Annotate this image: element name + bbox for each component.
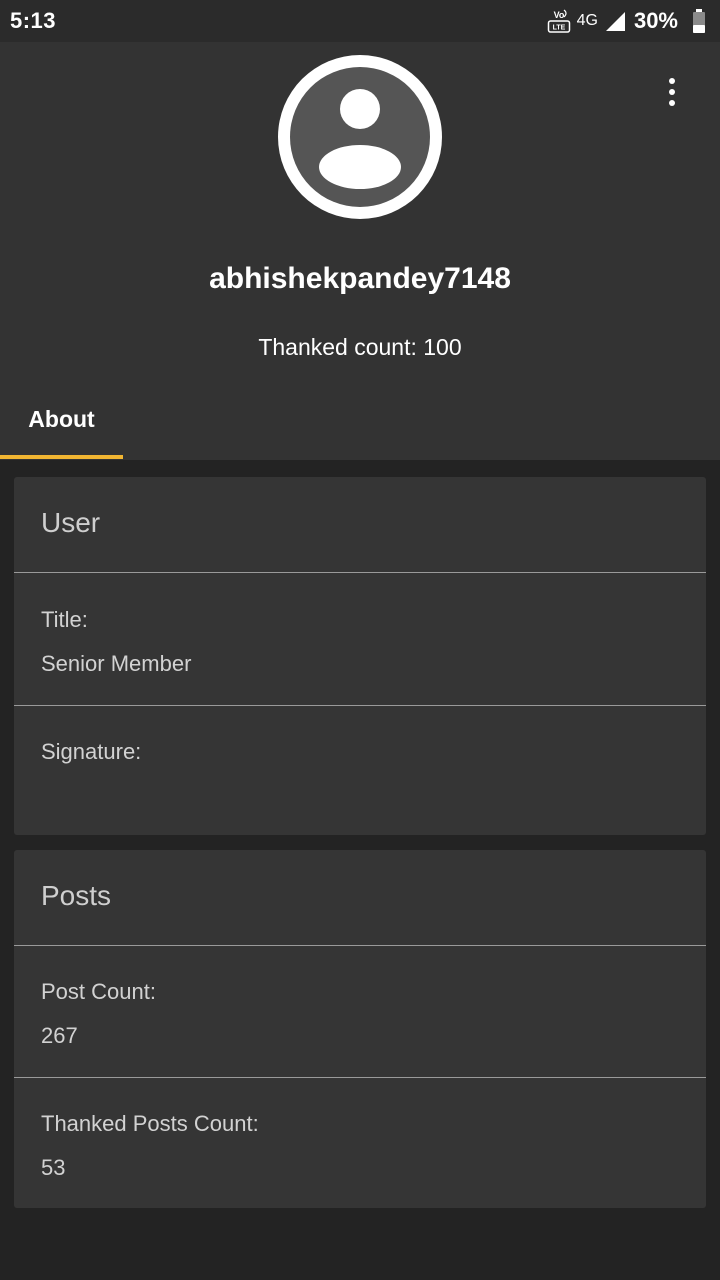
thanked-posts-count-label: Thanked Posts Count:: [41, 1111, 259, 1136]
menu-dot: [669, 89, 675, 95]
post-count-label: Post Count:: [41, 979, 156, 1004]
user-card: User Title: Senior Member Signature:: [14, 477, 706, 835]
volte-lte-icon: Vo LTE: [547, 9, 570, 33]
default-avatar-icon: [290, 67, 430, 207]
post-count-value: 267: [41, 1023, 78, 1048]
svg-text:LTE: LTE: [552, 25, 565, 32]
network-type: 4G: [576, 12, 598, 29]
profile-header: abhishekpandey7148 Thanked count: 100 Ab…: [0, 42, 720, 460]
divider: [14, 572, 706, 573]
menu-dot: [669, 78, 675, 84]
signal-icon: [605, 12, 625, 31]
divider: [14, 705, 706, 706]
svg-text:Vo: Vo: [553, 10, 564, 20]
battery-percent: 30%: [633, 8, 678, 33]
overflow-menu-icon[interactable]: [654, 72, 690, 112]
avatar[interactable]: [278, 55, 442, 219]
thanked-count: Thanked count: 100: [258, 334, 462, 360]
thanked-posts-count-value: 53: [41, 1155, 66, 1180]
tab-selected-indicator: [0, 455, 123, 459]
title-value: Senior Member: [41, 651, 192, 676]
username: abhishekpandey7148: [209, 262, 511, 295]
profile-screen: 5:13 Vo LTE 4G 30% abhishekpandey7148 Th…: [0, 0, 720, 1280]
status-bar: 5:13 Vo LTE 4G 30%: [0, 0, 720, 42]
divider: [14, 945, 706, 946]
posts-card-title: Posts: [41, 880, 112, 911]
posts-card: Posts Post Count: 267 Thanked Posts Coun…: [14, 850, 706, 1208]
avatar-body-shape: [319, 145, 401, 189]
status-time: 5:13: [10, 8, 57, 33]
tab-about[interactable]: About: [0, 390, 123, 458]
battery-icon: [693, 9, 705, 33]
status-icons: Vo LTE 4G 30%: [547, 8, 706, 34]
divider: [14, 1077, 706, 1078]
user-card-title: User: [41, 507, 101, 538]
title-label: Title:: [41, 607, 88, 632]
signature-label: Signature:: [41, 739, 142, 764]
avatar-head-shape: [340, 89, 380, 129]
menu-dot: [669, 100, 675, 106]
